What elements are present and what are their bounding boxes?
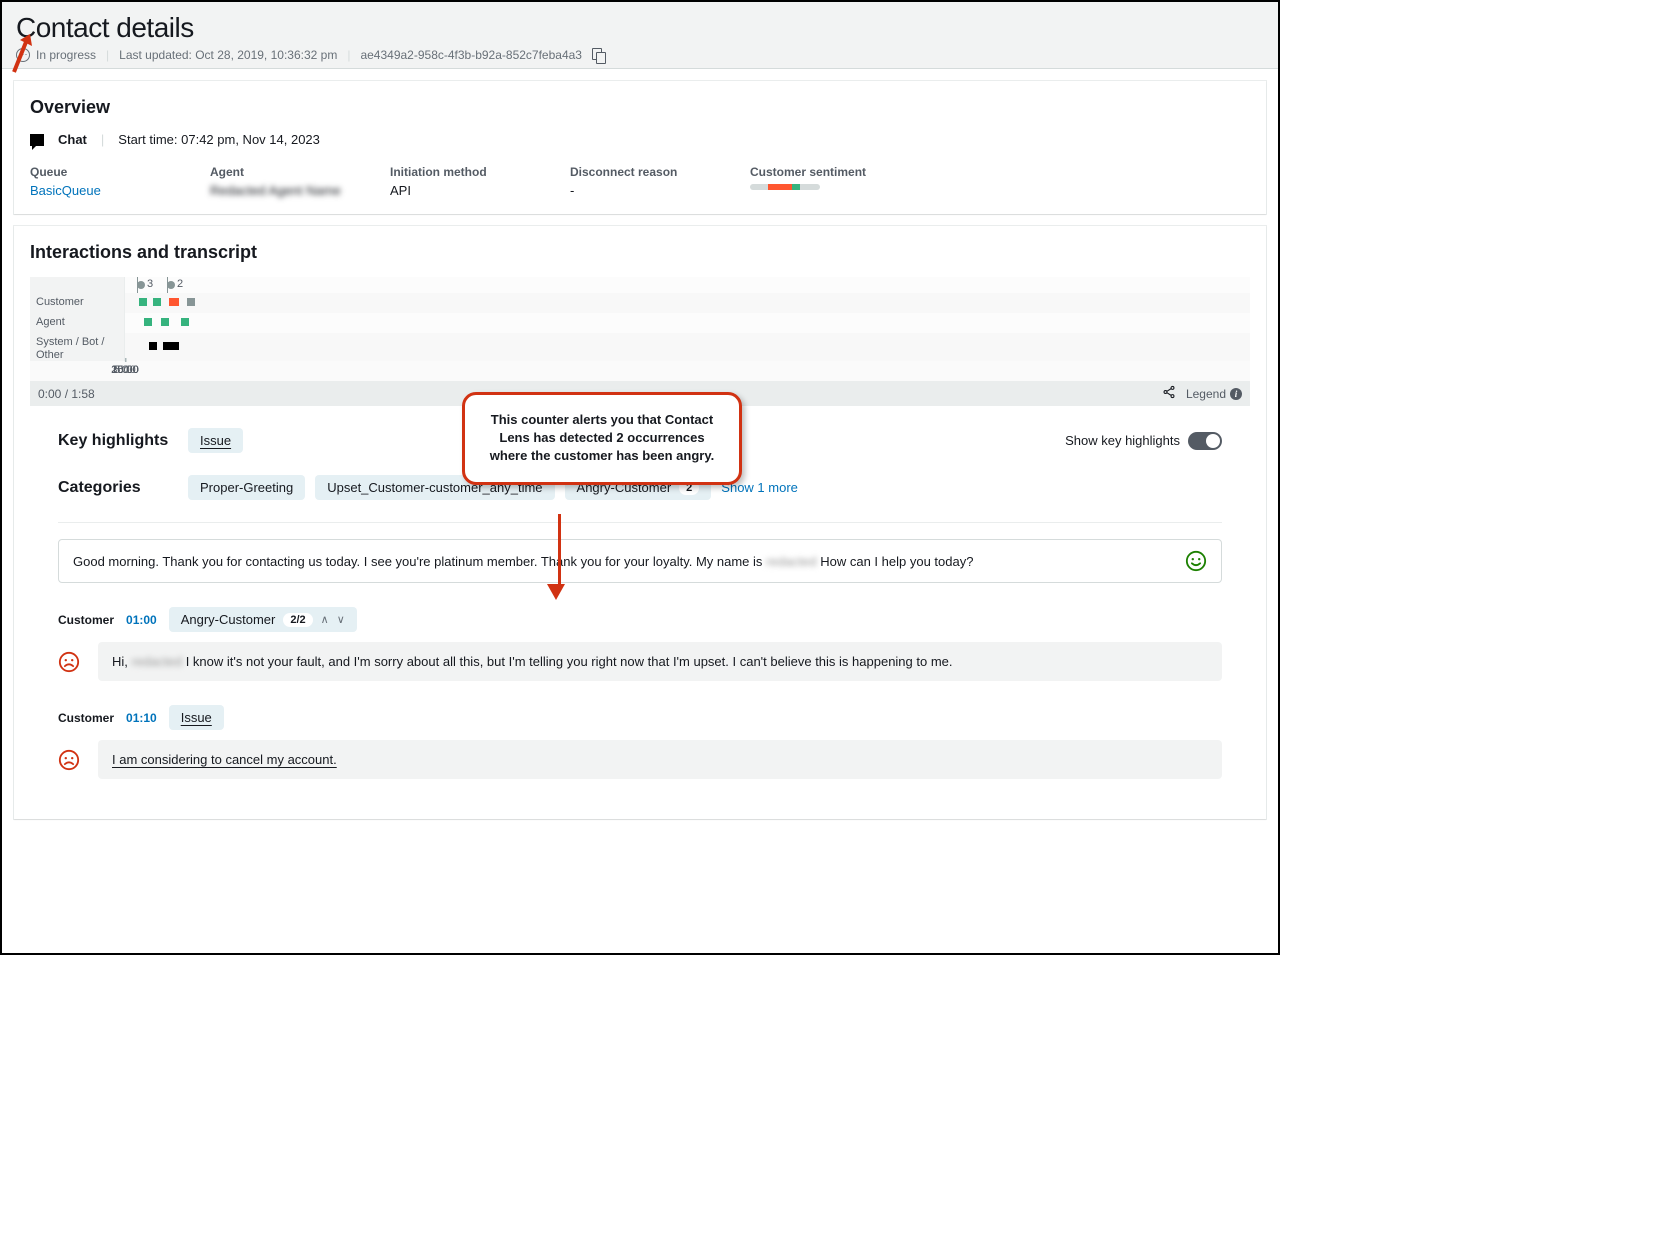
transcript-message: Good morning. Thank you for contacting u… <box>58 539 1222 583</box>
annotation-arrow-down <box>554 514 565 600</box>
category-pill[interactable]: Proper-Greeting <box>188 475 305 500</box>
transcript-message: I am considering to cancel my account. <box>98 740 1222 779</box>
categories-label: Categories <box>58 479 188 497</box>
toggle-label: Show key highlights <box>1065 433 1180 448</box>
timestamp-link[interactable]: 01:00 <box>126 613 157 627</box>
timeline-row-system: System / Bot / Other <box>30 333 125 361</box>
timestamp-link[interactable]: 01:10 <box>126 711 157 725</box>
timeline-time: 0:00 / 1:58 <box>38 387 95 401</box>
annotation-arrow-status <box>10 34 36 79</box>
last-updated: Last updated: Oct 28, 2019, 10:36:32 pm <box>119 48 337 62</box>
interactions-title: Interactions and transcript <box>30 242 1250 263</box>
frown-icon <box>58 651 80 673</box>
transcript-message: Hi, redacted I know it's not your fault,… <box>98 642 1222 681</box>
page-title: Contact details <box>16 12 1264 44</box>
chat-icon <box>30 134 44 146</box>
timeline-row-customer: Customer <box>30 293 125 312</box>
frown-icon <box>58 749 80 771</box>
chevron-up-icon[interactable]: ∧ <box>321 613 329 626</box>
start-time: Start time: 07:42 pm, Nov 14, 2023 <box>118 132 320 147</box>
issue-tag[interactable]: Issue <box>169 705 224 730</box>
chevron-down-icon[interactable]: ∨ <box>337 613 345 626</box>
highlights-toggle[interactable] <box>1188 432 1222 450</box>
key-highlights-label: Key highlights <box>58 432 188 450</box>
agent-value: Redacted Agent Name <box>210 183 390 198</box>
timeline[interactable]: 3 2 Customer <box>30 277 1250 406</box>
interactions-card: Interactions and transcript 3 2 <box>14 226 1266 819</box>
copy-icon[interactable] <box>592 48 606 62</box>
disconnect-value: - <box>570 183 750 198</box>
info-icon: i <box>1230 388 1242 400</box>
timeline-row-agent: Agent <box>30 313 125 332</box>
overview-title: Overview <box>30 97 1250 118</box>
overview-card: Overview Chat | Start time: 07:42 pm, No… <box>14 81 1266 214</box>
issue-pill[interactable]: Issue <box>188 428 243 453</box>
header: Contact details In progress | Last updat… <box>2 2 1278 69</box>
initiation-value: API <box>390 183 570 198</box>
queue-link[interactable]: BasicQueue <box>30 183 101 198</box>
legend-button[interactable]: Legend i <box>1186 387 1242 401</box>
contact-id: ae4349a2-958c-4f3b-b92a-852c7feba4a3 <box>360 48 582 62</box>
smile-icon <box>1185 550 1207 572</box>
share-icon[interactable] <box>1162 385 1176 402</box>
sentiment-bar <box>750 184 820 190</box>
category-nav-pill: Angry-Customer 2/2 ∧ ∨ <box>169 607 357 632</box>
channel-label: Chat <box>58 132 87 147</box>
annotation-callout: This counter alerts you that Contact Len… <box>462 392 742 485</box>
